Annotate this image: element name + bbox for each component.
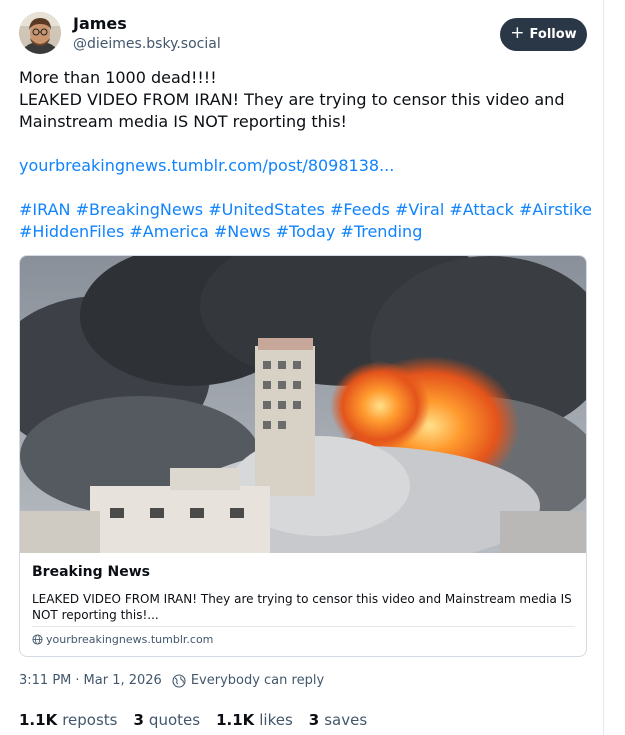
globe-icon <box>32 634 43 645</box>
reposts-label: reposts <box>62 711 118 729</box>
reply-setting[interactable]: Everybody can reply <box>172 673 324 688</box>
post-stats: 1.1K reposts 3 quotes 1.1K likes 3 saves <box>19 711 367 729</box>
reposts-count: 1.1K <box>19 711 58 729</box>
author-info: James @dieimes.bsky.social <box>73 14 221 54</box>
hashtag-trending[interactable]: #Trending <box>340 222 422 241</box>
post: James @dieimes.bsky.social + Follow More… <box>0 0 603 735</box>
saves-count: 3 <box>308 711 320 729</box>
post-text-line: More than 1000 dead!!!! <box>19 68 217 87</box>
quotes-stat[interactable]: 3 quotes <box>133 711 200 729</box>
post-link[interactable]: yourbreakingnews.tumblr.com/post/8098138… <box>19 156 394 175</box>
hashtag-attack[interactable]: #Attack <box>449 200 513 219</box>
follow-button[interactable]: + Follow <box>500 18 587 51</box>
hashtag-hiddenfiles[interactable]: #HiddenFiles <box>19 222 124 241</box>
post-text-line: Mainstream media IS NOT reporting this! <box>19 112 347 131</box>
likes-label: likes <box>259 711 293 729</box>
hashtags-line-1: #IRAN #BreakingNews #UnitedStates #Feeds… <box>19 199 592 221</box>
link-card-image <box>20 256 586 553</box>
hashtags-line-2: #HiddenFiles #America #News #Today #Tren… <box>19 221 584 243</box>
author-handle[interactable]: @dieimes.bsky.social <box>73 34 221 54</box>
link-card-domain-text: yourbreakingnews.tumblr.com <box>46 633 214 646</box>
link-card-description: LEAKED VIDEO FROM IRAN! They are trying … <box>32 592 572 622</box>
hashtag-airstike[interactable]: #Airstike <box>519 200 592 219</box>
meta-separator: · <box>75 673 80 688</box>
follow-button-label: Follow <box>529 27 577 42</box>
hashtag-news[interactable]: #News <box>214 222 271 241</box>
post-header: James @dieimes.bsky.social + Follow <box>19 12 587 58</box>
link-card[interactable]: Breaking News LEAKED VIDEO FROM IRAN! Th… <box>19 255 587 657</box>
post-meta: 3:11 PM · Mar 1, 2026 Everybody can repl… <box>19 673 324 688</box>
hashtag-unitedstates[interactable]: #UnitedStates <box>208 200 325 219</box>
hashtag-feeds[interactable]: #Feeds <box>330 200 390 219</box>
link-card-domain: yourbreakingnews.tumblr.com <box>32 633 213 646</box>
post-text: More than 1000 dead!!!! LEAKED VIDEO FRO… <box>19 67 592 243</box>
plus-icon: + <box>510 23 525 43</box>
hashtag-america[interactable]: #America <box>129 222 208 241</box>
post-time[interactable]: 3:11 PM <box>19 673 71 688</box>
saves-stat[interactable]: 3 saves <box>309 711 367 729</box>
reply-setting-label: Everybody can reply <box>190 673 325 688</box>
saves-label: saves <box>324 711 368 729</box>
link-card-divider <box>32 626 575 627</box>
post-text-line: LEAKED VIDEO FROM IRAN! They are trying … <box>19 90 565 109</box>
quotes-count: 3 <box>133 711 144 729</box>
link-card-body: Breaking News LEAKED VIDEO FROM IRAN! Th… <box>32 563 575 623</box>
reposts-stat[interactable]: 1.1K reposts <box>19 711 117 729</box>
hashtag-viral[interactable]: #Viral <box>395 200 444 219</box>
avatar-image <box>19 12 61 54</box>
right-border <box>603 0 604 735</box>
link-card-title: Breaking News <box>32 564 150 580</box>
quotes-label: quotes <box>148 711 201 729</box>
likes-stat[interactable]: 1.1K likes <box>216 711 293 729</box>
likes-count: 1.1K <box>216 711 255 729</box>
display-name[interactable]: James <box>73 14 221 34</box>
earth-icon <box>172 673 186 688</box>
avatar[interactable] <box>19 12 61 54</box>
post-date[interactable]: Mar 1, 2026 <box>84 673 162 688</box>
hashtag-iran[interactable]: #IRAN <box>19 200 71 219</box>
hashtag-today[interactable]: #Today <box>276 222 336 241</box>
hashtag-breakingnews[interactable]: #BreakingNews <box>76 200 204 219</box>
